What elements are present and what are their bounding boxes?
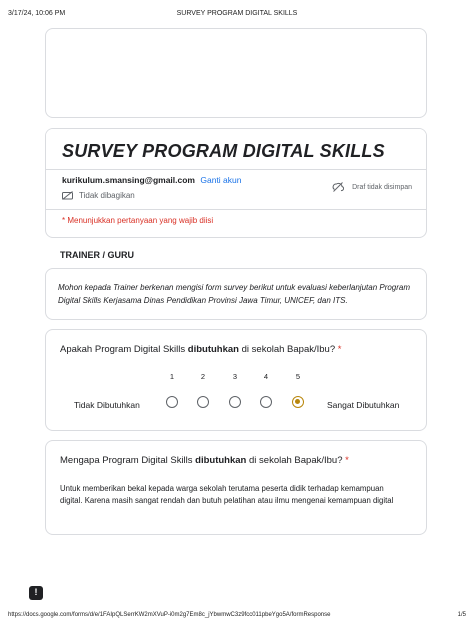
scale-number-5: 5 [295, 372, 301, 381]
question-reason-bold: dibutuhkan [195, 455, 247, 466]
account-line: kurikulum.smansing@gmail.com Ganti akun [62, 175, 242, 185]
header-top-bar [46, 129, 426, 137]
not-shared-label: Tidak dibagikan [79, 191, 135, 200]
radio-option-2[interactable] [197, 396, 209, 408]
scale-number-4: 4 [263, 372, 269, 381]
form-header-card: SURVEY PROGRAM DIGITAL SKILLS kurikulum.… [45, 128, 427, 238]
required-note: * Menunjukkan pertanyaan yang wajib diis… [62, 216, 214, 225]
header-divider [46, 169, 426, 170]
cloud-sync-off-icon [332, 182, 345, 192]
not-shared-status: Tidak dibagikan [62, 191, 135, 200]
question-need-title: Apakah Program Digital Skills dibutuhkan… [60, 344, 341, 355]
question-need-prefix: Apakah Program Digital Skills [60, 344, 188, 355]
question-reason-card: Mengapa Program Digital Skills dibutuhka… [45, 440, 427, 535]
scale-label-low: Tidak Dibutuhkan [74, 400, 140, 410]
account-email: kurikulum.smansing@gmail.com [62, 175, 195, 185]
feedback-button[interactable]: ! [29, 586, 43, 600]
form-title: SURVEY PROGRAM DIGITAL SKILLS [62, 141, 385, 161]
print-page-number: 1/5 [457, 612, 466, 618]
draft-status: Draf tidak disimpan [332, 182, 412, 192]
question-need-suffix: di sekolah Bapak/Ibu? [238, 344, 338, 355]
scale-number-2: 2 [200, 372, 206, 381]
required-star: * [345, 455, 349, 466]
section-description: Mohon kepada Trainer berkenan mengisi fo… [58, 283, 411, 305]
radio-option-4[interactable] [260, 396, 272, 408]
radio-option-5[interactable] [292, 396, 304, 408]
question-reason-prefix: Mengapa Program Digital Skills [60, 455, 196, 466]
draft-label: Draf tidak disimpan [352, 183, 412, 191]
section-description-card: Mohon kepada Trainer berkenan mengisi fo… [45, 268, 427, 320]
switch-account-link[interactable]: Ganti akun [200, 175, 241, 185]
question-need-card: Apakah Program Digital Skills dibutuhkan… [45, 329, 427, 431]
form-banner [45, 28, 427, 118]
radio-option-1[interactable] [166, 396, 178, 408]
scale-label-high: Sangat Dibutuhkan [327, 400, 400, 410]
header-divider-2 [46, 209, 426, 210]
eye-slash-icon [62, 191, 73, 200]
print-header: 3/17/24, 10:06 PM SURVEY PROGRAM DIGITAL… [8, 10, 466, 22]
reason-answer-field[interactable]: Untuk memberikan bekal kepada warga seko… [60, 483, 396, 507]
section-title: TRAINER / GURU [60, 250, 134, 260]
print-url: https://docs.google.com/forms/d/e/1FAIpQ… [8, 612, 331, 618]
scale-number-3: 3 [232, 372, 238, 381]
print-footer: https://docs.google.com/forms/d/e/1FAIpQ… [8, 612, 466, 622]
feedback-icon: ! [34, 587, 38, 597]
print-title: SURVEY PROGRAM DIGITAL SKILLS [176, 10, 298, 17]
required-star: * [337, 344, 342, 355]
question-reason-suffix: di sekolah Bapak/Ibu? [246, 455, 346, 466]
scale-number-1: 1 [169, 372, 175, 381]
question-reason-title: Mengapa Program Digital Skills dibutuhka… [60, 455, 349, 466]
radio-option-3[interactable] [229, 396, 241, 408]
question-need-bold: dibutuhkan [187, 344, 239, 355]
